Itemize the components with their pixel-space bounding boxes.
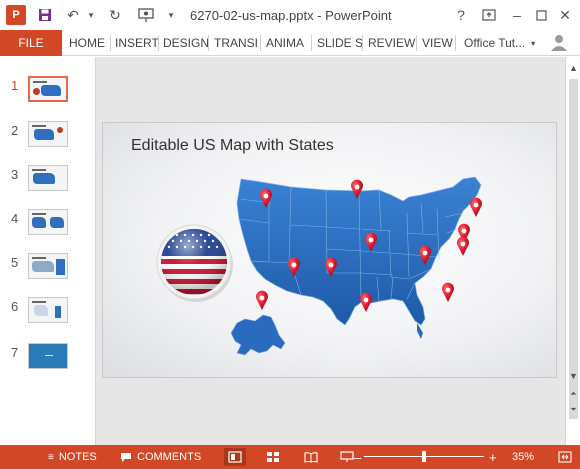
account-label: Office Tut... (464, 36, 526, 50)
tab-view[interactable]: VIEW (422, 30, 453, 56)
maximize-icon[interactable] (530, 4, 552, 26)
vertical-scrollbar[interactable]: ▲ ▼ ⏶ ⏷ (565, 57, 580, 445)
slide-number: 3 (11, 167, 19, 182)
slide-thumbnail-3[interactable]: 3 (0, 165, 94, 201)
map-pin-icon (442, 282, 454, 302)
tab-insert[interactable]: INSERT (115, 30, 159, 56)
tab-divider (260, 35, 261, 51)
slide-number: 2 (11, 123, 19, 138)
save-icon[interactable] (34, 0, 56, 30)
slide-preview (28, 165, 68, 191)
map-pin-icon (325, 257, 337, 277)
window-title: 6270-02-us-map.pptx - PowerPoint (190, 8, 392, 23)
undo-icon[interactable]: ↶ (62, 0, 84, 30)
customize-toolbar-icon[interactable]: ▾ (164, 0, 178, 30)
tab-divider (311, 35, 312, 51)
previous-slide-icon[interactable]: ⏶ (567, 387, 580, 401)
slide-thumbnail-6[interactable]: 6 (0, 297, 94, 333)
tab-divider (455, 35, 456, 51)
zoom-out-icon[interactable]: – (354, 445, 361, 469)
zoom-level[interactable]: 35% (512, 445, 534, 469)
map-pin-icon (457, 236, 469, 256)
notes-icon: ≡ (48, 451, 54, 463)
tab-divider (416, 35, 417, 51)
ribbon-tabs: FILE HOME INSERT DESIGN TRANSI ANIMA SLI… (0, 30, 580, 56)
tab-animations[interactable]: ANIMA (266, 30, 304, 56)
slide-preview (28, 297, 68, 323)
slide-sorter-icon[interactable] (262, 448, 284, 466)
slide-preview (28, 121, 68, 147)
normal-view-icon[interactable] (224, 448, 246, 466)
notes-label: NOTES (58, 451, 97, 463)
map-pin-icon (470, 197, 483, 217)
map-pin-icon (419, 245, 431, 265)
powerpoint-logo-icon[interactable]: P (6, 5, 26, 25)
start-slideshow-icon[interactable] (132, 0, 160, 30)
undo-dropdown-icon[interactable]: ▾ (84, 0, 98, 30)
account-name[interactable]: Office Tut... ▾ (464, 30, 535, 56)
fit-slide-icon[interactable] (558, 445, 572, 469)
close-button[interactable]: ✕ (554, 4, 576, 26)
minimize-button[interactable]: – (506, 4, 528, 26)
slide-thumbnail-7[interactable]: 7 (0, 343, 94, 379)
next-slide-icon[interactable]: ⏷ (567, 403, 580, 417)
tab-home[interactable]: HOME (69, 30, 105, 56)
map-pin-icon (365, 232, 378, 252)
comments-icon (121, 452, 131, 462)
help-button[interactable]: ? (450, 4, 472, 26)
slide-preview (28, 76, 68, 102)
tab-divider (208, 35, 209, 51)
user-avatar[interactable] (548, 33, 570, 53)
tab-slide-show[interactable]: SLIDE S (317, 30, 363, 56)
scrollbar-thumb[interactable] (569, 79, 578, 419)
slide-thumbnail-pane: 1 2 3 4 5 6 7 (0, 57, 94, 445)
status-bar: ≡ NOTES COMMENTS – + 35% (0, 445, 580, 469)
map-pin-icon (288, 257, 300, 277)
current-slide[interactable]: Editable US Map with States (102, 122, 557, 378)
scroll-down-icon[interactable]: ▼ (567, 369, 580, 383)
map-pin-icon (351, 179, 363, 199)
file-tab[interactable]: FILE (0, 30, 62, 56)
comments-button[interactable]: COMMENTS (120, 445, 201, 469)
zoom-slider-thumb[interactable] (422, 451, 426, 462)
account-dropdown-icon: ▾ (531, 38, 536, 48)
zoom-in-icon[interactable]: + (489, 445, 497, 469)
slide-number: 6 (11, 299, 19, 314)
map-pin-icon (260, 188, 272, 208)
ribbon-display-options-icon[interactable] (478, 4, 500, 26)
scroll-up-icon[interactable]: ▲ (567, 61, 580, 75)
slide-number: 1 (11, 78, 19, 93)
slide-thumbnail-1[interactable]: 1 (0, 76, 94, 112)
redo-icon[interactable]: ↻ (104, 0, 126, 30)
slide-thumbnail-5[interactable]: 5 (0, 253, 94, 289)
comments-label: COMMENTS (137, 451, 202, 463)
slide-preview (28, 253, 68, 279)
slide-thumbnail-2[interactable]: 2 (0, 121, 94, 157)
title-bar: P ↶ ▾ ↻ ▾ 6270-02-us-map.pptx - PowerPoi… (0, 0, 580, 30)
tab-transitions[interactable]: TRANSI (214, 30, 258, 56)
reading-view-icon[interactable] (300, 448, 322, 466)
map-pin-icon (360, 292, 372, 312)
tab-divider (110, 35, 111, 51)
location-pins (255, 179, 483, 312)
slide-number: 7 (11, 345, 19, 360)
slide-preview (28, 209, 68, 235)
tab-divider (362, 35, 363, 51)
notes-button[interactable]: ≡ NOTES (48, 445, 97, 469)
tab-design[interactable]: DESIGN (163, 30, 209, 56)
tab-review[interactable]: REVIEW (368, 30, 415, 56)
map-pin-icon (255, 290, 268, 310)
slide-number: 4 (11, 211, 19, 226)
tab-divider (158, 35, 159, 51)
slide-thumbnail-4[interactable]: 4 (0, 209, 94, 245)
slide-preview (28, 343, 68, 369)
slide-number: 5 (11, 255, 19, 270)
